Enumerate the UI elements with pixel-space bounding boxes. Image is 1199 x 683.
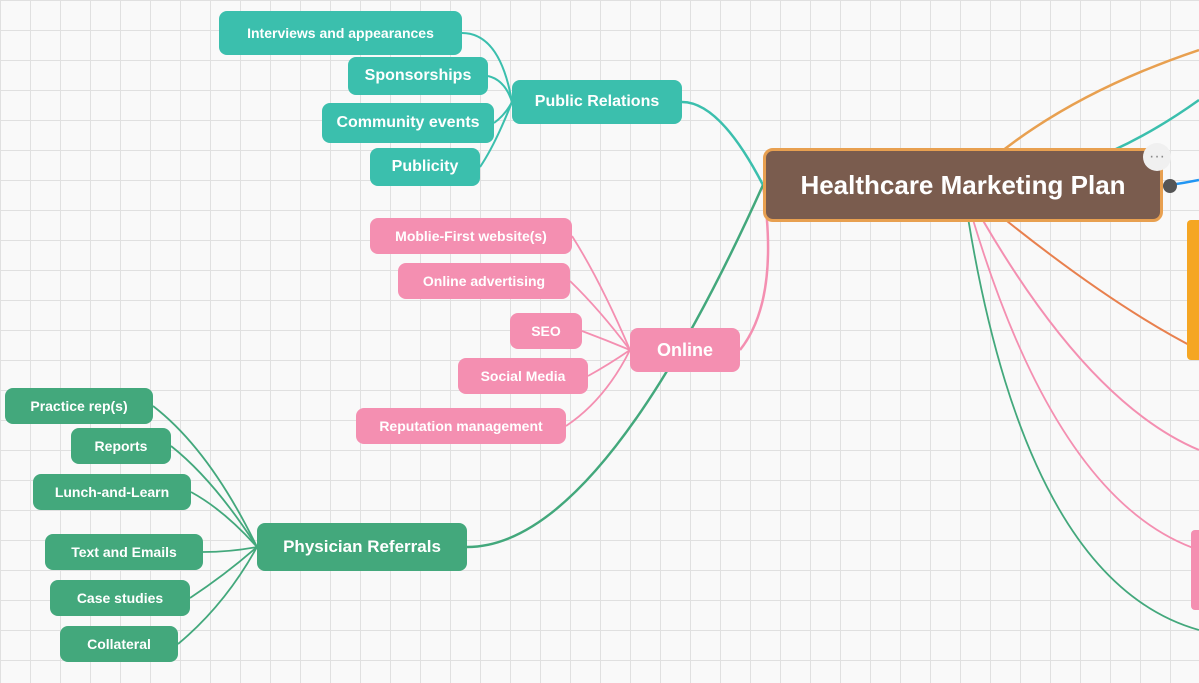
social-media-node[interactable]: Social Media	[458, 358, 588, 394]
physician-referrals-node[interactable]: Physician Referrals	[257, 523, 467, 571]
context-menu-button[interactable]: ···	[1143, 143, 1171, 171]
text-emails-node[interactable]: Text and Emails	[45, 534, 203, 570]
online-advertising-node[interactable]: Online advertising	[398, 263, 570, 299]
connector-dot	[1163, 179, 1177, 193]
orange-bar	[1187, 220, 1199, 360]
community-events-node[interactable]: Community events	[322, 103, 494, 143]
practice-reps-node[interactable]: Practice rep(s)	[5, 388, 153, 424]
publicity-node[interactable]: Publicity	[370, 148, 480, 186]
seo-node[interactable]: SEO	[510, 313, 582, 349]
reputation-management-node[interactable]: Reputation management	[356, 408, 566, 444]
collateral-node[interactable]: Collateral	[60, 626, 178, 662]
public-relations-node[interactable]: Public Relations	[512, 80, 682, 124]
case-studies-node[interactable]: Case studies	[50, 580, 190, 616]
main-node[interactable]: Healthcare Marketing Plan	[763, 148, 1163, 222]
online-node[interactable]: Online	[630, 328, 740, 372]
sponsorships-node[interactable]: Sponsorships	[348, 57, 488, 95]
mobile-first-node[interactable]: Moblie-First website(s)	[370, 218, 572, 254]
interviews-appearances-node[interactable]: Interviews and appearances	[219, 11, 462, 55]
pink-bar	[1191, 530, 1199, 610]
lunch-learn-node[interactable]: Lunch-and-Learn	[33, 474, 191, 510]
reports-node[interactable]: Reports	[71, 428, 171, 464]
